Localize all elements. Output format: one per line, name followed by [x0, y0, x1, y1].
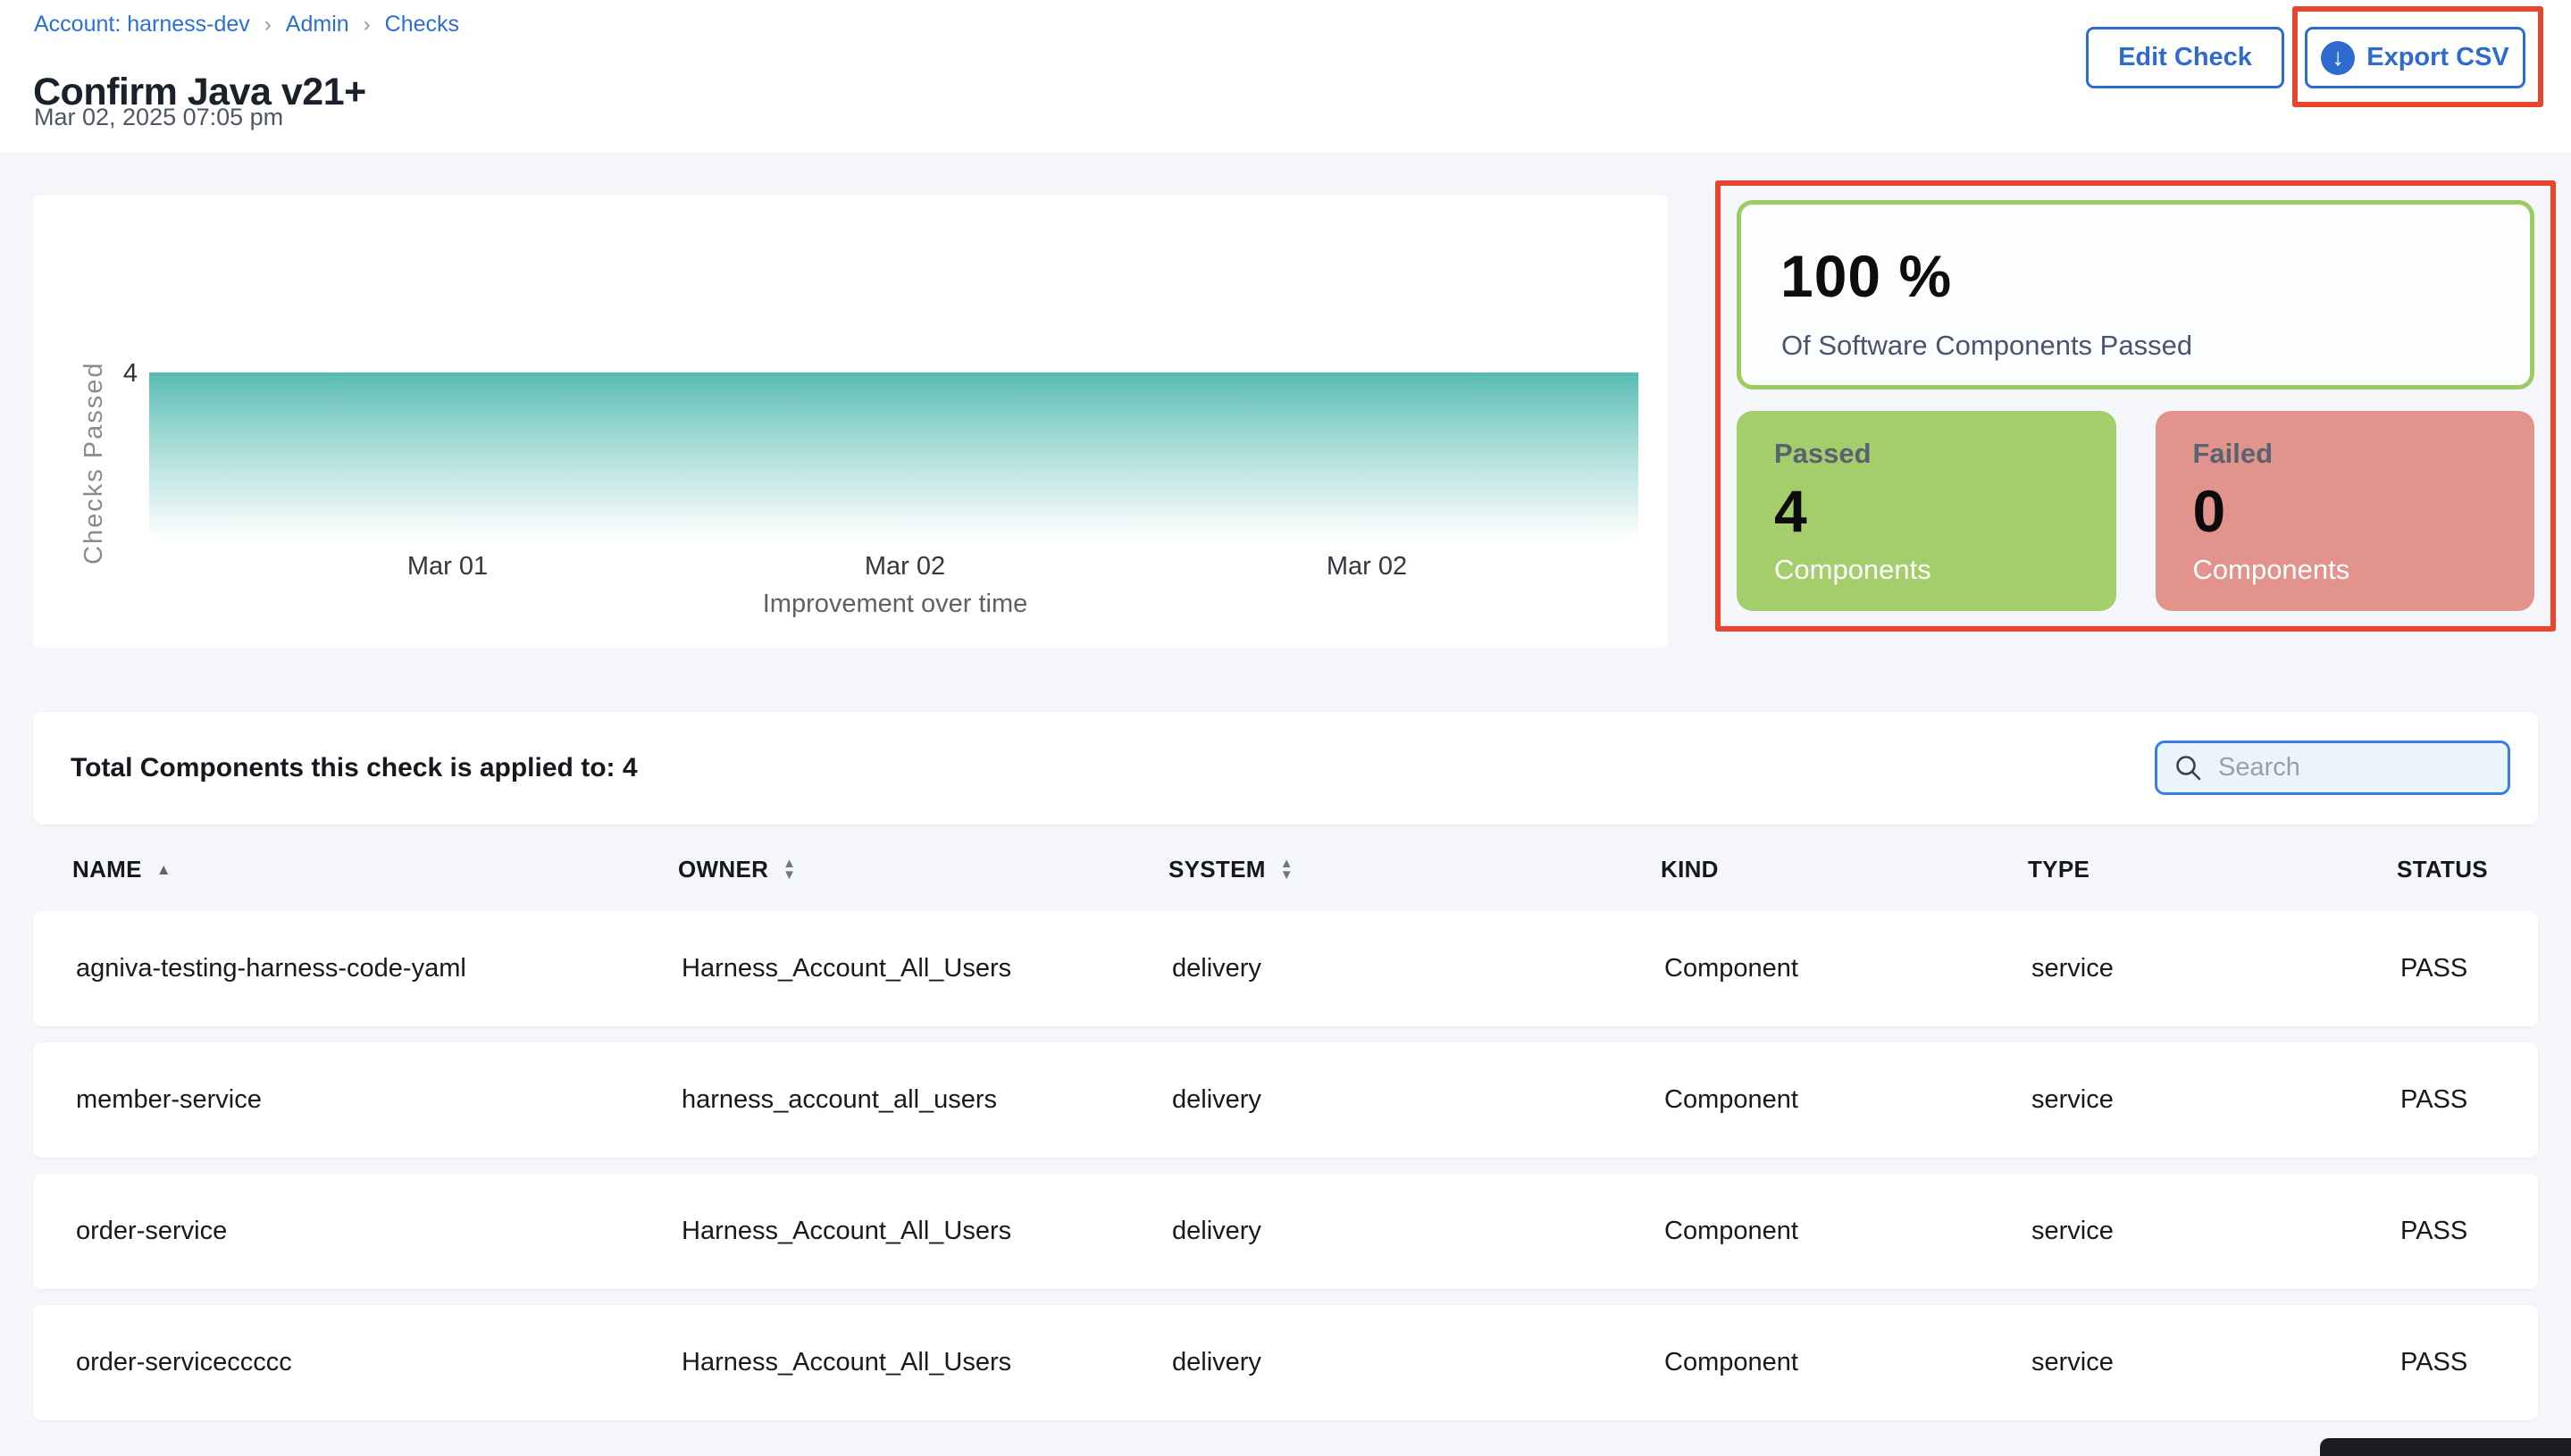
cell-type: service — [2031, 1217, 2400, 1246]
passed-stat-card: Passed 4 Components — [1737, 411, 2116, 611]
export-csv-label: Export CSV — [2366, 43, 2509, 72]
sort-both-icon: ▲▼ — [1280, 858, 1294, 881]
failed-stat-card: Failed 0 Components — [2156, 411, 2535, 611]
breadcrumb-separator-icon: › — [264, 13, 272, 38]
failed-unit: Components — [2193, 554, 2350, 586]
breadcrumb: Account: harness-dev › Admin › Checks — [34, 12, 459, 38]
passed-count: 4 — [1774, 477, 1807, 545]
search-box[interactable] — [2155, 741, 2510, 795]
table-body: agniva-testing-harness-code-yaml Harness… — [33, 911, 2538, 1436]
cell-system: delivery — [1172, 1217, 1664, 1246]
column-header-kind: KIND — [1661, 856, 2028, 883]
sort-both-icon: ▲▼ — [783, 858, 796, 881]
table-header-row: NAME ▲ OWNER ▲▼ SYSTEM ▲▼ KIND TYPE STAT… — [33, 843, 2538, 895]
components-summary-bar: Total Components this check is applied t… — [33, 712, 2538, 824]
sort-ascending-icon: ▲ — [156, 862, 172, 877]
table-row[interactable]: order-service Harness_Account_All_Users … — [33, 1174, 2538, 1289]
cell-kind: Component — [1664, 1085, 2031, 1115]
cell-type: service — [2031, 954, 2400, 983]
check-timestamp: Mar 02, 2025 07:05 pm — [34, 104, 283, 131]
chart-x-tick: Mar 01 — [407, 552, 488, 582]
table-row[interactable]: member-service harness_account_all_users… — [33, 1042, 2538, 1158]
percent-passed-value: 100 % — [1780, 242, 1952, 310]
column-header-owner[interactable]: OWNER ▲▼ — [678, 856, 1168, 883]
breadcrumb-account-link[interactable]: Account: harness-dev — [34, 12, 250, 38]
cell-type: service — [2031, 1348, 2400, 1377]
column-label: SYSTEM — [1168, 856, 1266, 883]
cell-system: delivery — [1172, 954, 1664, 983]
column-label: STATUS — [2397, 856, 2488, 883]
search-input[interactable] — [2216, 752, 2491, 783]
cell-status: PASS — [2400, 1348, 2538, 1377]
cell-status: PASS — [2400, 954, 2538, 983]
checks-passed-chart-card: Checks Passed 4 Mar 01 Mar 02 Mar 02 Imp… — [33, 195, 1668, 648]
passed-label: Passed — [1774, 438, 1872, 470]
failed-count: 0 — [2193, 477, 2226, 545]
column-label: NAME — [72, 856, 142, 883]
cell-owner: Harness_Account_All_Users — [682, 954, 1172, 983]
chart-area-series — [149, 372, 1638, 540]
column-label: OWNER — [678, 856, 768, 883]
chart-y-tick: 4 — [88, 359, 138, 389]
cell-type: service — [2031, 1085, 2400, 1115]
cell-status: PASS — [2400, 1217, 2538, 1246]
table-row[interactable]: order-serviceccccc Harness_Account_All_U… — [33, 1305, 2538, 1420]
cell-owner: Harness_Account_All_Users — [682, 1348, 1172, 1377]
cell-name: order-serviceccccc — [76, 1348, 682, 1377]
breadcrumb-separator-icon: › — [364, 13, 371, 38]
cell-owner: Harness_Account_All_Users — [682, 1217, 1172, 1246]
column-header-type: TYPE — [2028, 856, 2397, 883]
chart-x-tick: Mar 02 — [1327, 552, 1407, 582]
table-row[interactable]: agniva-testing-harness-code-yaml Harness… — [33, 911, 2538, 1026]
download-icon: ↓ — [2321, 41, 2355, 75]
failed-label: Failed — [2193, 438, 2274, 470]
chart-x-axis-title: Improvement over time — [763, 590, 1028, 619]
cell-status: PASS — [2400, 1085, 2538, 1115]
export-csv-button[interactable]: ↓ Export CSV — [2305, 27, 2525, 88]
column-header-status: STATUS — [2397, 856, 2538, 883]
cell-kind: Component — [1664, 1217, 2031, 1246]
stat-cards-row: Passed 4 Components Failed 0 Components — [1737, 411, 2534, 611]
total-components-text: Total Components this check is applied t… — [71, 753, 638, 783]
cell-owner: harness_account_all_users — [682, 1085, 1172, 1115]
cell-name: order-service — [76, 1217, 682, 1246]
percent-passed-card: 100 % Of Software Components Passed — [1737, 200, 2534, 389]
search-icon — [2173, 753, 2204, 783]
breadcrumb-checks-link[interactable]: Checks — [385, 12, 459, 38]
chart-y-axis-label: Checks Passed — [80, 302, 109, 623]
cell-system: delivery — [1172, 1348, 1664, 1377]
cell-kind: Component — [1664, 1348, 2031, 1377]
cell-system: delivery — [1172, 1085, 1664, 1115]
breadcrumb-admin-link[interactable]: Admin — [286, 12, 349, 38]
cell-name: agniva-testing-harness-code-yaml — [76, 954, 682, 983]
column-label: KIND — [1661, 856, 1719, 883]
bottom-toast-fragment — [2320, 1438, 2571, 1456]
cell-name: member-service — [76, 1085, 682, 1115]
column-header-name[interactable]: NAME ▲ — [72, 856, 678, 883]
column-label: TYPE — [2028, 856, 2089, 883]
edit-check-button[interactable]: Edit Check — [2086, 27, 2284, 88]
passed-unit: Components — [1774, 554, 1931, 586]
cell-kind: Component — [1664, 954, 2031, 983]
chart-x-tick: Mar 02 — [865, 552, 945, 582]
stats-panel: 100 % Of Software Components Passed Pass… — [1715, 180, 2556, 632]
column-header-system[interactable]: SYSTEM ▲▼ — [1168, 856, 1661, 883]
percent-passed-caption: Of Software Components Passed — [1781, 330, 2192, 362]
